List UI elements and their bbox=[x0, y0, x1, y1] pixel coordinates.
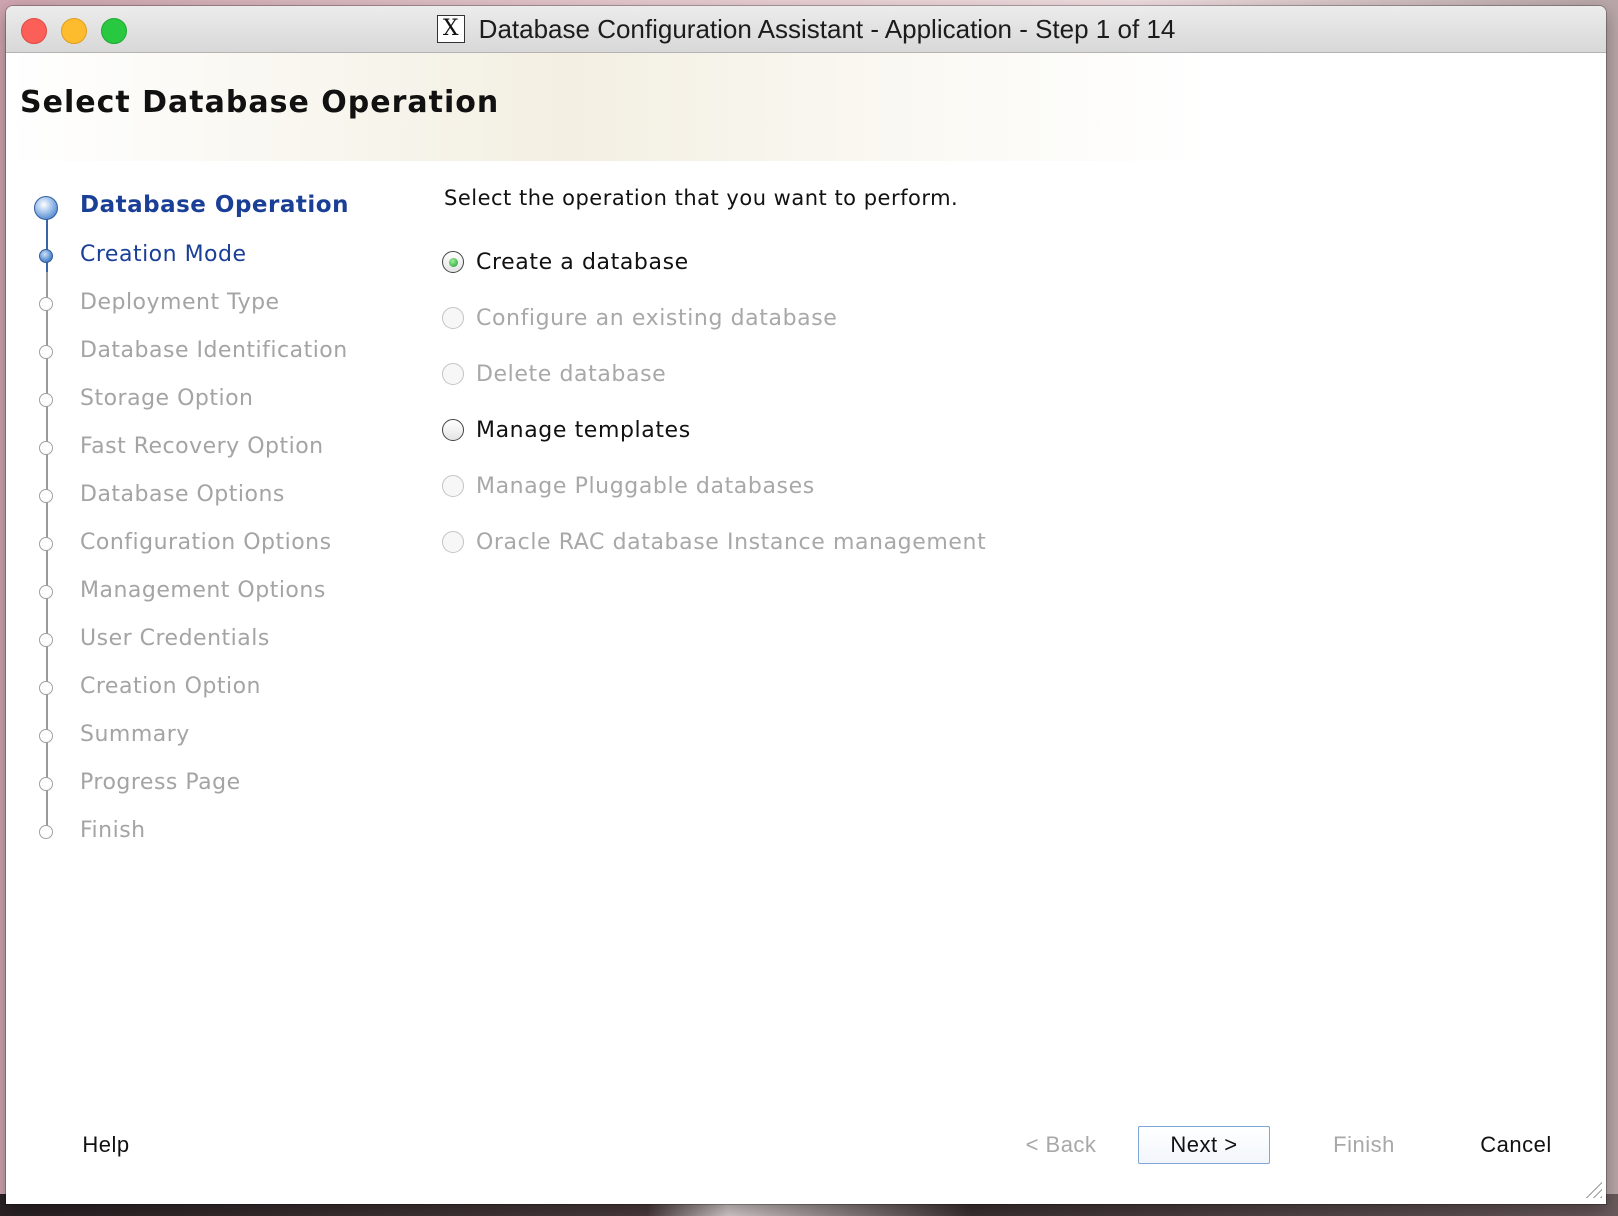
nav-step-label: Finish bbox=[80, 818, 146, 843]
wizard-steps-nav: Database Operation Creation Mode Deploymen… bbox=[26, 186, 406, 858]
nav-step: Deployment Type bbox=[26, 282, 406, 330]
nav-step-label: Database Operation bbox=[80, 192, 349, 218]
nav-step: Storage Option bbox=[26, 378, 406, 426]
operation-option: Delete database bbox=[442, 346, 1542, 402]
nav-step-label: Management Options bbox=[80, 578, 326, 603]
radio-label: Oracle RAC database Instance management bbox=[476, 529, 987, 555]
title-bar[interactable]: X Database Configuration Assistant - App… bbox=[6, 6, 1606, 53]
nav-step-label: Database Options bbox=[80, 482, 285, 507]
title-container: X Database Configuration Assistant - App… bbox=[6, 6, 1606, 52]
nav-step-label: Fast Recovery Option bbox=[80, 434, 324, 459]
nav-step: Database Options bbox=[26, 474, 406, 522]
page-header: Select Database Operation bbox=[6, 53, 1606, 161]
wizard-footer: Help < Back Next > Finish Cancel bbox=[6, 1126, 1606, 1182]
radio-button bbox=[442, 363, 464, 385]
radio-button bbox=[442, 307, 464, 329]
radio-label: Delete database bbox=[476, 361, 667, 387]
step-indicator-icon bbox=[39, 777, 53, 791]
nav-step[interactable]: Creation Mode bbox=[26, 234, 406, 282]
step-indicator-icon bbox=[39, 297, 53, 311]
step-indicator-icon bbox=[39, 441, 53, 455]
nav-step-label: Summary bbox=[80, 722, 190, 747]
nav-step: Summary bbox=[26, 714, 406, 762]
radio-button[interactable] bbox=[442, 419, 464, 441]
step-indicator-icon bbox=[39, 633, 53, 647]
nav-step-label: Creation Mode bbox=[80, 242, 247, 267]
back-button[interactable]: < Back bbox=[1011, 1126, 1111, 1164]
operation-option[interactable]: Create a database bbox=[442, 234, 1542, 290]
nav-step: Fast Recovery Option bbox=[26, 426, 406, 474]
main-content: Select the operation that you want to pe… bbox=[442, 186, 1542, 570]
x11-app-icon: X bbox=[436, 15, 465, 43]
operation-radio-group: Create a database Configure an existing d… bbox=[442, 234, 1542, 570]
step-indicator-icon bbox=[39, 729, 53, 743]
nav-step-label: Creation Option bbox=[80, 674, 261, 699]
step-indicator-icon bbox=[39, 345, 53, 359]
help-button[interactable]: Help bbox=[66, 1126, 146, 1164]
nav-step: Finish bbox=[26, 810, 406, 858]
step-indicator-icon bbox=[39, 489, 53, 503]
radio-label[interactable]: Manage templates bbox=[476, 418, 691, 443]
next-button[interactable]: Next > bbox=[1138, 1126, 1270, 1164]
nav-step[interactable]: Database Operation bbox=[26, 186, 406, 234]
radio-label: Configure an existing database bbox=[476, 305, 838, 331]
step-indicator-icon bbox=[39, 825, 53, 839]
operation-option: Configure an existing database bbox=[442, 290, 1542, 346]
nav-step: Configuration Options bbox=[26, 522, 406, 570]
nav-step: User Credentials bbox=[26, 618, 406, 666]
nav-step-label: Configuration Options bbox=[80, 530, 332, 555]
nav-step-label: Storage Option bbox=[80, 386, 254, 411]
dbca-window: X Database Configuration Assistant - App… bbox=[6, 6, 1606, 1204]
nav-step: Progress Page bbox=[26, 762, 406, 810]
instruction-text: Select the operation that you want to pe… bbox=[444, 186, 959, 210]
radio-label[interactable]: Create a database bbox=[476, 250, 689, 275]
nav-step: Management Options bbox=[26, 570, 406, 618]
resize-grip-icon[interactable] bbox=[1584, 1180, 1602, 1198]
cancel-button[interactable]: Cancel bbox=[1471, 1126, 1561, 1164]
step-indicator-icon bbox=[39, 537, 53, 551]
operation-option: Oracle RAC database Instance management bbox=[442, 514, 1542, 570]
page-title: Select Database Operation bbox=[20, 85, 500, 120]
finish-button[interactable]: Finish bbox=[1324, 1126, 1404, 1164]
radio-selected-dot-icon bbox=[448, 257, 458, 267]
operation-option[interactable]: Manage templates bbox=[442, 402, 1542, 458]
step-indicator-icon bbox=[39, 585, 53, 599]
radio-button[interactable] bbox=[442, 251, 464, 273]
radio-button bbox=[442, 531, 464, 553]
window-title: Database Configuration Assistant - Appli… bbox=[478, 13, 1176, 44]
nav-step: Database Identification bbox=[26, 330, 406, 378]
step-indicator-icon bbox=[39, 249, 53, 263]
radio-label: Manage Pluggable databases bbox=[476, 473, 815, 499]
radio-button bbox=[442, 475, 464, 497]
operation-option: Manage Pluggable databases bbox=[442, 458, 1542, 514]
nav-step-label: Deployment Type bbox=[80, 290, 280, 315]
nav-step-label: Database Identification bbox=[80, 338, 348, 363]
nav-step: Creation Option bbox=[26, 666, 406, 714]
nav-step-label: Progress Page bbox=[80, 770, 241, 795]
step-indicator-icon bbox=[39, 681, 53, 695]
step-indicator-icon bbox=[34, 196, 58, 220]
step-indicator-icon bbox=[39, 393, 53, 407]
nav-step-label: User Credentials bbox=[80, 626, 270, 651]
